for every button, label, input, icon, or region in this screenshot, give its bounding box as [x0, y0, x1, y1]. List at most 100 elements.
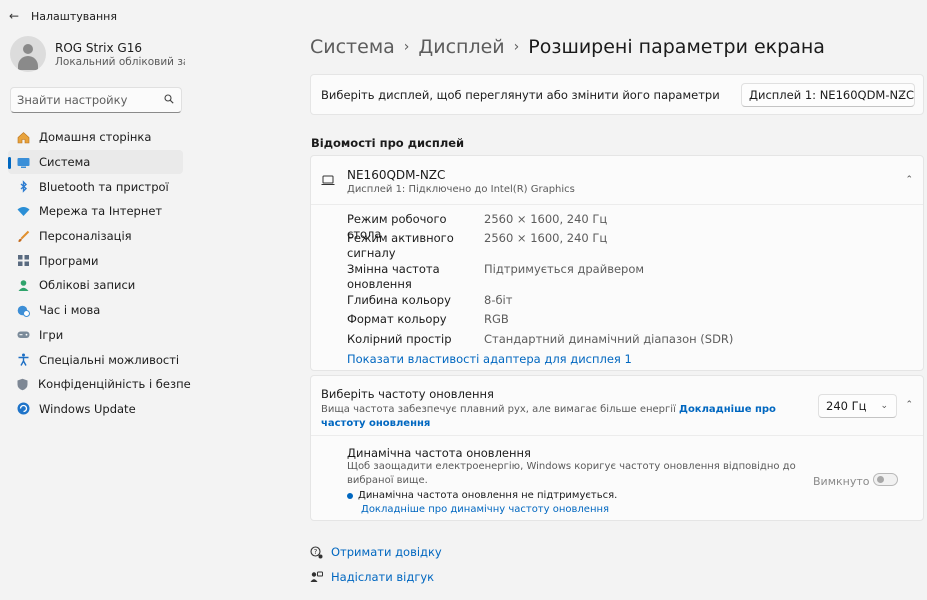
property-value: Підтримується драйвером [484, 262, 645, 276]
dynamic-refresh-note-text: Динамічна частота оновлення не підтримує… [358, 490, 618, 501]
property-label: Режим активного сигналу [347, 231, 454, 260]
display-select-value: Дисплей 1: NE160QDM-NZC [749, 88, 915, 102]
sidebar-item-label: Облікові записи [39, 278, 136, 293]
bluetooth-icon [16, 180, 30, 194]
help-icon: ? [310, 545, 323, 559]
property-label: Формат кольору [347, 312, 447, 326]
home-icon [16, 130, 30, 144]
get-help-label: Отримати довідку [331, 545, 442, 559]
sidebar-item-windows-update[interactable]: Windows Update [8, 397, 183, 422]
display-info-card: NE160QDM-NZC Дисплей 1: Підключено до In… [310, 155, 924, 371]
sidebar-item-home[interactable]: Домашня сторінка [8, 125, 183, 150]
send-feedback-label: Надіслати відгук [331, 570, 435, 584]
sidebar-item-apps[interactable]: Програми [8, 248, 183, 273]
laptop-icon [321, 175, 335, 185]
refresh-rate-desc-text: Вища частота забезпечує плавний рух, але… [321, 404, 676, 415]
display-connection: Дисплей 1: Підключено до Intel(R) Graphi… [347, 184, 575, 195]
display-name: NE160QDM-NZC [347, 168, 446, 182]
system-icon [16, 155, 30, 169]
property-label: Колірний простір [347, 332, 452, 346]
app-title: Налаштування [31, 10, 117, 23]
property-value: 8-біт [484, 293, 513, 307]
chevron-down-icon: ⌄ [880, 401, 888, 411]
breadcrumb-display[interactable]: Дисплей [418, 36, 504, 58]
sidebar-item-bluetooth[interactable]: Bluetooth та пристрої [8, 174, 183, 199]
sidebar-item-accounts[interactable]: Облікові записи [8, 273, 183, 298]
toggle-knob [877, 476, 884, 483]
sidebar-item-network[interactable]: Мережа та Інтернет [8, 199, 183, 224]
property-value: Стандартний динамічний діапазон (SDR) [484, 332, 734, 346]
refresh-rate-header: Виберіть частоту оновлення Вища частота … [311, 376, 923, 436]
sidebar-item-accessibility[interactable]: Спеціальні можливості [8, 347, 183, 372]
property-label: Змінна частота оновлення [347, 262, 440, 291]
sidebar-item-label: Windows Update [39, 401, 136, 416]
display-info-section-title: Відомості про дисплей [311, 136, 465, 150]
display-info-header[interactable]: NE160QDM-NZC Дисплей 1: Підключено до In… [311, 156, 923, 205]
chevron-up-icon[interactable]: ⌃ [905, 175, 913, 185]
accessibility-icon [16, 353, 30, 367]
profile-name: ROG Strix G16 [55, 41, 142, 55]
feedback-icon [310, 571, 323, 584]
apps-icon [16, 254, 30, 268]
wifi-icon [16, 204, 30, 218]
breadcrumb-system[interactable]: Система [310, 36, 395, 58]
refresh-rate-select-value: 240 Гц [826, 399, 867, 413]
sidebar-nav: Домашня сторінка Система Bluetooth та пр… [8, 125, 191, 422]
display-select[interactable]: Дисплей 1: NE160QDM-NZC ⌄ [741, 83, 915, 107]
property-value: 2560 × 1600, 240 Гц [484, 212, 608, 226]
sidebar-item-label: Система [39, 155, 91, 170]
sidebar-item-personalization[interactable]: Персоналізація [8, 224, 183, 249]
chevron-right-icon: › [513, 39, 520, 55]
back-arrow-icon[interactable]: ← [9, 9, 23, 23]
chevron-down-icon: ⌄ [898, 90, 906, 100]
property-value: 2560 × 1600, 240 Гц [484, 231, 608, 245]
dynamic-refresh-title: Динамічна частота оновлення [347, 446, 531, 460]
dynamic-refresh-note: Динамічна частота оновлення не підтримує… [347, 490, 617, 501]
dynamic-refresh-description: Щоб заощадити електроенергію, Windows ко… [347, 461, 796, 486]
refresh-rate-title: Виберіть частоту оновлення [321, 387, 494, 401]
sidebar-item-time-language[interactable]: Час і мова [8, 298, 183, 323]
sidebar-item-label: Bluetooth та пристрої [39, 179, 169, 194]
refresh-rate-select[interactable]: 240 Гц ⌄ [818, 394, 897, 418]
chevron-right-icon: › [403, 39, 410, 55]
update-icon [16, 402, 30, 416]
globe-clock-icon [16, 303, 30, 317]
avatar [10, 36, 46, 72]
svg-text:?: ? [314, 548, 318, 556]
property-value: RGB [484, 312, 509, 326]
sidebar-item-privacy[interactable]: Конфіденційність і безпе [8, 372, 191, 397]
sidebar-item-label: Персоналізація [39, 229, 132, 244]
refresh-rate-description: Вища частота забезпечує плавний рух, але… [321, 403, 781, 431]
search-input[interactable] [17, 93, 157, 107]
choose-display-label: Виберіть дисплей, щоб переглянути або зм… [321, 88, 720, 102]
gamepad-icon [16, 328, 30, 342]
sidebar-item-gaming[interactable]: Ігри [8, 323, 183, 348]
refresh-rate-card: Виберіть частоту оновлення Вища частота … [310, 375, 924, 521]
dynamic-refresh-toggle[interactable] [873, 473, 898, 486]
sidebar-item-label: Домашня сторінка [39, 130, 152, 145]
sidebar-item-label: Спеціальні можливості [39, 352, 180, 367]
choose-display-card: Виберіть дисплей, щоб переглянути або зм… [310, 74, 924, 115]
sidebar-item-system[interactable]: Система [8, 149, 183, 175]
search-icon[interactable] [164, 94, 174, 104]
sidebar-item-label: Ігри [39, 327, 64, 342]
breadcrumb: Система › Дисплей › Розширені параметри … [310, 36, 825, 58]
chevron-up-icon[interactable]: ⌃ [905, 400, 913, 410]
adapter-properties-link[interactable]: Показати властивості адаптера для диспле… [347, 352, 632, 366]
search-box[interactable] [10, 87, 182, 113]
shield-icon [16, 377, 29, 391]
sidebar-item-label: Конфіденційність і безпе [38, 377, 191, 392]
profile-account-type: Локальний обліковий за... [55, 56, 185, 68]
brush-icon [16, 229, 30, 243]
info-dot-icon [347, 492, 353, 499]
title-bar: ← Налаштування [0, 0, 927, 32]
sidebar-item-label: Час і мова [39, 303, 101, 318]
send-feedback-link[interactable]: Надіслати відгук [310, 570, 434, 584]
property-label: Глибина кольору [347, 293, 451, 307]
dynamic-refresh-toggle-label: Вимкнуто [813, 475, 870, 488]
user-profile[interactable]: ROG Strix G16 Локальний обліковий за... [10, 36, 190, 76]
sidebar-item-label: Мережа та Інтернет [39, 204, 163, 219]
sidebar-item-label: Програми [39, 253, 99, 268]
dynamic-refresh-learn-more-link[interactable]: Докладніше про динамічну частоту оновлен… [361, 504, 609, 515]
get-help-link[interactable]: ? Отримати довідку [310, 545, 442, 559]
